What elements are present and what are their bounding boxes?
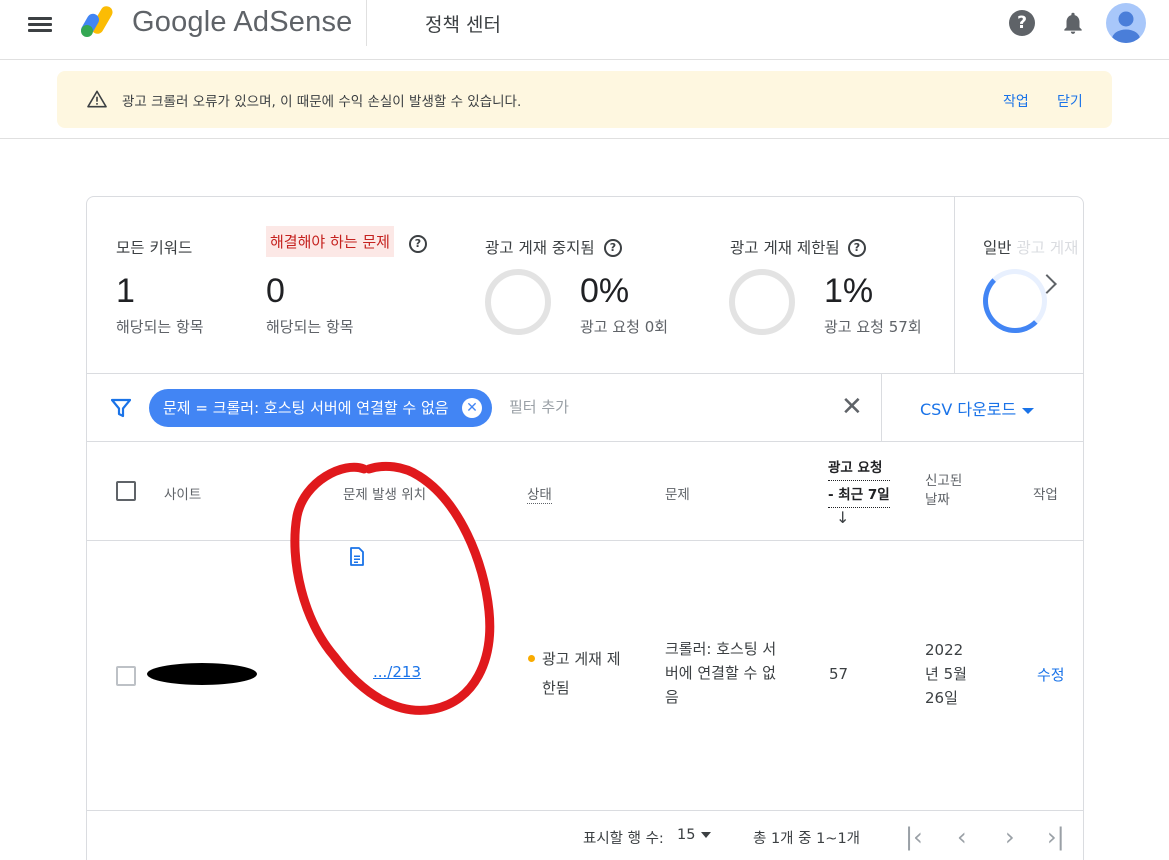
first-page-icon[interactable]: |‹ [905,823,923,851]
table-header: 사이트 문제 발생 위치 상태 문제 광고 요청 - 최근 7일 ↓ 신고된 날… [87,442,1083,541]
last-page-icon[interactable]: ›| [1047,823,1065,851]
reported-date-cell: 2022 년 5월 26일 [925,638,967,710]
issue-line3: 음 [665,688,679,706]
menu-icon[interactable] [28,14,52,34]
col-reported-date[interactable]: 신고된 날짜 [925,472,962,510]
status-line1: 광고 게재 제 [542,650,621,668]
brand-name[interactable]: Google AdSense [132,6,352,39]
help-icon[interactable]: ? [1009,10,1035,36]
ads-limited-label[interactable]: 광고 게재 제한됨 [730,236,840,258]
status-cell: 광고 게재 제 한됨 [542,645,621,703]
col-location[interactable]: 문제 발생 위치 [343,483,426,503]
csv-download-label: CSV 다운로드 [920,400,1017,419]
col-ad-requests-line1: 광고 요청 [828,456,890,481]
all-keywords-count: 1 [116,272,135,310]
dropdown-arrow-icon [701,832,712,838]
date-line1: 2022 [925,641,964,659]
clear-filters-icon[interactable]: ✕ [841,392,863,422]
col-status[interactable]: 상태 [527,483,552,504]
issue-line1: 크롤러: 호스팅 서 [665,640,777,658]
ads-limited-ring [729,269,795,335]
ads-limited-percent: 1% [824,272,874,310]
issue-cell: 크롤러: 호스팅 서 버에 연결할 수 없 음 [665,637,776,709]
issues-sub: 해당되는 항목 [266,318,354,336]
ads-stopped-percent: 0% [580,272,630,310]
edit-button[interactable]: 수정 [1037,664,1065,685]
top-app-bar: Google AdSense 정책 센터 ? [0,0,1169,60]
issue-location-link[interactable]: .../213 [373,663,421,681]
rows-per-page-value: 15 [677,827,696,843]
remove-filter-icon[interactable]: ✕ [462,398,482,418]
redacted-site-name [147,663,257,685]
row-checkbox[interactable] [116,666,136,686]
sort-descending-icon[interactable]: ↓ [836,508,849,527]
all-keywords-sub: 해당되는 항목 [116,318,204,336]
add-filter-input[interactable]: 필터 추가 [509,396,569,417]
date-line2: 년 5월 [925,665,967,683]
general-ring [983,269,1047,333]
alert-message: 광고 크롤러 오류가 있으며, 이 때문에 수익 손실이 발생할 수 있습니다. [122,94,522,110]
all-keywords-label: 모든 키워드 [116,239,193,257]
document-icon[interactable] [349,547,365,566]
general-label[interactable]: 일반 광고 게재 [983,236,1078,258]
filter-icon[interactable] [111,398,131,418]
crawler-error-alert: 광고 크롤러 오류가 있으며, 이 때문에 수익 손실이 발생할 수 있습니다.… [57,71,1112,128]
account-icon [1112,11,1140,43]
ad-requests-cell: 57 [829,665,849,683]
date-line3: 26일 [925,689,958,707]
previous-page-icon[interactable]: ‹ [957,823,967,851]
pagination-range: 총 1개 중 1~1개 [753,831,861,847]
col-ad-requests[interactable]: 광고 요청 - 최근 7일 [828,456,890,508]
active-filter-chip[interactable]: 문제 = 크롤러: 호스팅 서버에 연결할 수 없음 ✕ [149,389,492,427]
policy-issues-card: 모든 키워드 1 해당되는 항목 해결해야 하는 문제 ? 0 해당되는 항목 … [86,196,1084,860]
col-reported-date-line2: 날짜 [925,492,950,508]
rows-per-page-label: 표시할 행 수: [583,831,664,847]
next-page-icon[interactable]: › [1005,823,1015,851]
help-circle-icon[interactable]: ? [848,239,866,257]
header-divider [366,0,367,46]
dropdown-arrow-icon [1022,407,1035,414]
issue-line2: 버에 연결할 수 없 [665,664,776,682]
filter-bar: 문제 = 크롤러: 호스팅 서버에 연결할 수 없음 ✕ 필터 추가 ✕ CSV… [87,374,1083,442]
select-all-checkbox[interactable] [116,481,136,501]
filter-divider [881,374,882,442]
col-site[interactable]: 사이트 [164,483,201,503]
help-circle-icon[interactable]: ? [604,239,622,257]
summary-scorecards: 모든 키워드 1 해당되는 항목 해결해야 하는 문제 ? 0 해당되는 항목 … [87,197,1083,374]
ads-limited-sub: 광고 요청 57회 [824,318,922,336]
warning-icon [87,90,107,108]
col-reported-date-line1: 신고된 [925,473,963,489]
ads-stopped-label[interactable]: 광고 게재 중지됨 [485,236,595,258]
page-title: 정책 센터 [425,14,501,36]
status-line2: 한됨 [542,679,570,697]
general-label-text: 일반 [983,239,1012,257]
ads-stopped-ring [485,269,551,335]
col-ad-requests-line2: - 최근 7일 [828,483,890,508]
avatar[interactable] [1106,3,1146,43]
table-pagination: 표시할 행 수: 15 총 1개 중 1~1개 |‹ ‹ › ›| [87,811,1083,860]
issues-to-fix-label[interactable]: 해결해야 하는 문제 [266,226,394,257]
page-divider [0,138,1169,139]
csv-download-button[interactable]: CSV 다운로드 [920,396,1035,420]
filter-chip-label: 문제 = 크롤러: 호스팅 서버에 연결할 수 없음 [163,399,449,417]
help-circle-icon[interactable]: ? [409,235,427,253]
general-label-faded: 광고 게재 [1016,239,1079,257]
alert-action-button[interactable]: 작업 [1003,91,1029,111]
col-issue[interactable]: 문제 [665,483,690,503]
rows-per-page-select[interactable]: 15 [677,827,712,843]
status-warning-dot [528,655,535,662]
col-action: 작업 [1033,487,1058,503]
alert-dismiss-button[interactable]: 닫기 [1057,91,1083,111]
scorecard-divider [954,197,955,374]
table-row: .../213 광고 게재 제 한됨 크롤러: 호스팅 서 버에 연결할 수 없… [87,541,1083,811]
notifications-bell-icon[interactable] [1060,10,1086,36]
adsense-logo-icon [81,6,113,37]
issues-count: 0 [266,272,285,310]
ads-stopped-sub: 광고 요청 0회 [580,318,669,336]
